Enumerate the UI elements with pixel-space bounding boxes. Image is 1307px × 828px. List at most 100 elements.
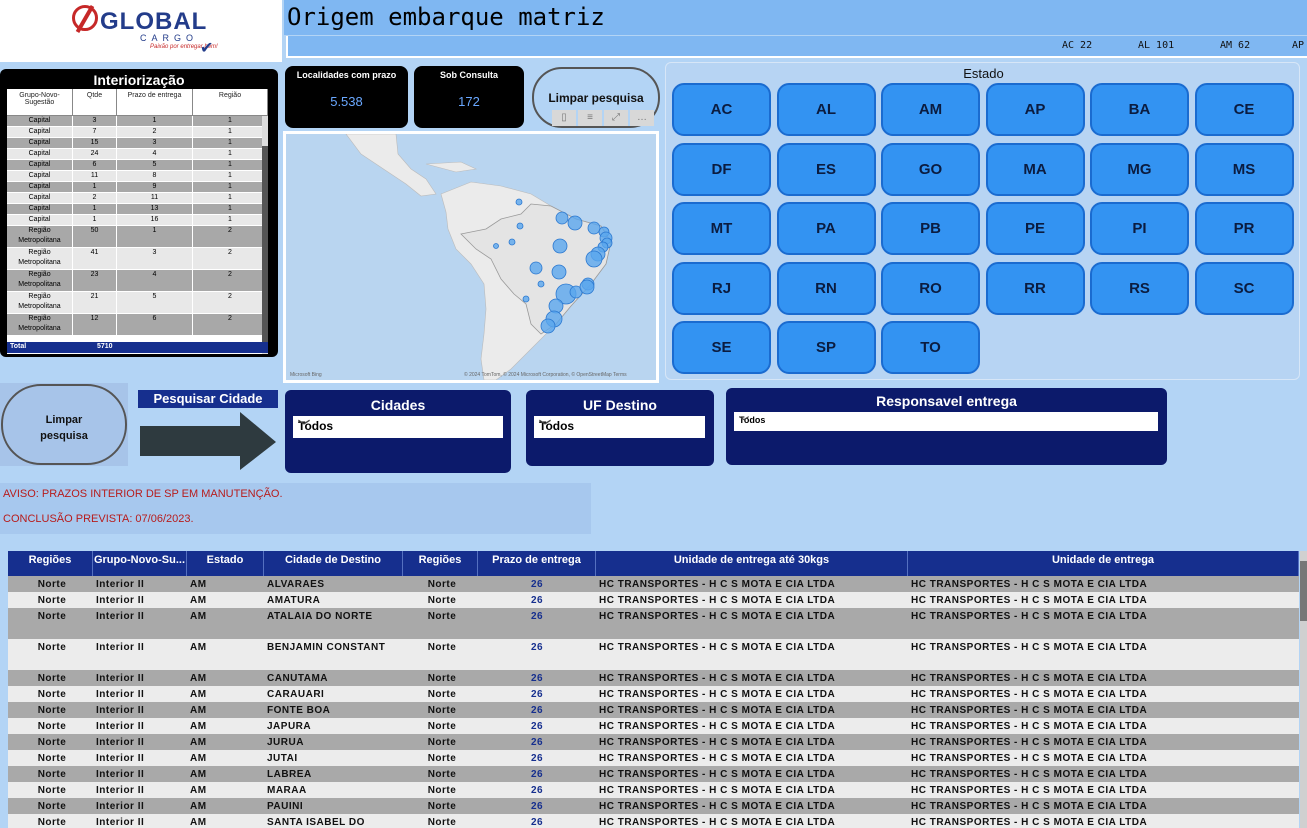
column-header[interactable]: Unidade de entrega: [908, 551, 1299, 576]
column-header[interactable]: Prazo de entrega: [117, 89, 193, 115]
table-row[interactable]: Capital 11 8 1: [7, 171, 268, 182]
uf-button-sc[interactable]: SC: [1194, 261, 1294, 315]
table-cell: 26: [530, 817, 544, 828]
scrollbar[interactable]: [262, 116, 268, 354]
table-cell: HC TRANSPORTES - H C S MOTA E CIA LTDA: [911, 642, 1148, 653]
uf-button-ms[interactable]: MS: [1194, 142, 1294, 196]
table-row[interactable]: Capital 1 13 1: [7, 204, 268, 215]
table-row[interactable]: Norte Interior II AM ALVARAES Norte 26 HC TRAN…: [8, 576, 1299, 592]
uf-button-pb[interactable]: PB: [881, 202, 980, 255]
filter-icon[interactable]: ≡: [578, 110, 602, 126]
column-header[interactable]: Unidade de entrega até 30kgs: [596, 551, 908, 576]
interiorizacao-table[interactable]: Grupo-Novo-Sugestão Qtde Prazo de entreg…: [7, 89, 268, 354]
table-row[interactable]: Norte Interior II AM AMATURA Norte 26 HC TRANS…: [8, 592, 1299, 608]
table-row[interactable]: Capital 24 4 1: [7, 149, 268, 160]
table-row[interactable]: Norte Interior II AM ATALAIA DO NORTE Norte 2…: [8, 608, 1299, 639]
uf-button-ce[interactable]: CE: [1194, 83, 1294, 136]
uf-button-ac[interactable]: AC: [672, 83, 771, 136]
uf-button-pe[interactable]: PE: [985, 202, 1085, 255]
uf-button-mt[interactable]: MT: [672, 202, 771, 255]
table-row[interactable]: Capital 2 11 1: [7, 193, 268, 204]
table-row[interactable]: Norte Interior II AM LABREA Norte 26 HC TRANSP…: [8, 766, 1299, 782]
focus-mode-icon[interactable]: ⤢: [604, 110, 628, 126]
table-row[interactable]: Capital 6 5 1: [7, 160, 268, 171]
uf-button-sp[interactable]: SP: [776, 321, 876, 374]
uf-button-es[interactable]: ES: [776, 142, 876, 196]
table-row[interactable]: Capital 1 16 1: [7, 215, 268, 226]
uf-button-ro[interactable]: RO: [881, 261, 980, 315]
table-cell: AM: [190, 673, 207, 684]
table-row[interactable]: Capital 15 3 1: [7, 138, 268, 149]
table-row[interactable]: Norte Interior II AM FONTE BOA Norte 26 HC TRA…: [8, 702, 1299, 718]
table-cell: Capital: [7, 138, 73, 148]
table-row[interactable]: Norte Interior II AM PAUINI Norte 26 HC TRANSP…: [8, 798, 1299, 814]
table-row[interactable]: Capital 7 2 1: [7, 127, 268, 138]
table-cell: Norte: [427, 689, 457, 700]
table-cell: HC TRANSPORTES - H C S MOTA E CIA LTDA: [911, 817, 1148, 828]
table-row[interactable]: Norte Interior II AM CARAUARI Norte 26 HC TRAN…: [8, 686, 1299, 702]
uf-button-ap[interactable]: AP: [985, 83, 1085, 136]
uf-button-rn[interactable]: RN: [776, 261, 876, 315]
map[interactable]: Microsoft Bing © 2024 TomTom, © 2024 Mic…: [283, 131, 659, 383]
table-row[interactable]: Norte Interior II AM JURUA Norte 26 HC TRANSPO…: [8, 734, 1299, 750]
table-row[interactable]: Região Metropolitana 23 4 2: [7, 270, 268, 292]
table-row[interactable]: Norte Interior II AM CANUTAMA Norte 26 HC TRAN…: [8, 670, 1299, 686]
table-cell: 6: [73, 160, 117, 170]
table-row[interactable]: Região Metropolitana 21 5 2: [7, 292, 268, 314]
uf-button-rs[interactable]: RS: [1090, 261, 1189, 315]
uf-destino-dropdown[interactable]: Todos ﹀: [534, 416, 705, 438]
column-header[interactable]: Grupo-Novo-Su...: [93, 551, 187, 576]
table-row[interactable]: Capital 1 9 1: [7, 182, 268, 193]
column-header[interactable]: Regiões: [8, 551, 93, 576]
table-row[interactable]: Norte Interior II AM BENJAMIN CONSTANT Norte…: [8, 639, 1299, 670]
table-row[interactable]: Norte Interior II AM JAPURA Norte 26 HC TRANSP…: [8, 718, 1299, 734]
column-header[interactable]: Estado: [187, 551, 264, 576]
column-header[interactable]: Região: [193, 89, 268, 115]
more-options-icon[interactable]: …: [630, 110, 654, 126]
table-row[interactable]: Região Metropolitana 41 3 2: [7, 248, 268, 270]
column-header[interactable]: Grupo-Novo-Sugestão: [7, 89, 73, 115]
limpar-pesquisa-bottom-button[interactable]: Limpar pesquisa: [1, 384, 127, 465]
table-cell: 1: [117, 226, 193, 247]
table-row[interactable]: Norte Interior II AM SANTA ISABEL DO Norte 26…: [8, 814, 1299, 828]
responsavel-entrega-dropdown[interactable]: Todos ﹀: [734, 412, 1158, 431]
pin-icon[interactable]: ▯: [552, 110, 576, 126]
uf-button-pi[interactable]: PI: [1090, 202, 1189, 255]
table-cell: 26: [530, 611, 544, 622]
table-row[interactable]: Região Metropolitana 50 1 2: [7, 226, 268, 248]
table-cell: Norte: [427, 705, 457, 716]
table-cell: HC TRANSPORTES - H C S MOTA E CIA LTDA: [911, 769, 1148, 780]
table-row[interactable]: Norte Interior II AM MARAA Norte 26 HC TRANSPO…: [8, 782, 1299, 798]
table-cell: 2: [117, 127, 193, 137]
main-table[interactable]: Regiões Grupo-Novo-Su... Estado Cidade d…: [8, 551, 1299, 828]
column-header[interactable]: Prazo de entrega: [478, 551, 596, 576]
scrollbar[interactable]: [1300, 551, 1307, 828]
uf-button-al[interactable]: AL: [776, 83, 876, 136]
table-cell: 2: [193, 314, 268, 335]
table-cell: Norte: [427, 769, 457, 780]
uf-button-go[interactable]: GO: [881, 142, 980, 196]
uf-button-ba[interactable]: BA: [1090, 83, 1189, 136]
uf-button-pr[interactable]: PR: [1194, 202, 1294, 255]
uf-button-ma[interactable]: MA: [985, 142, 1085, 196]
uf-button-am[interactable]: AM: [881, 83, 980, 136]
uf-button-rr[interactable]: RR: [985, 261, 1085, 315]
table-row[interactable]: Região Metropolitana 12 6 2: [7, 314, 268, 336]
uf-button-df[interactable]: DF: [672, 142, 771, 196]
table-row[interactable]: Norte Interior II AM JUTAI Norte 26 HC TRANSPO…: [8, 750, 1299, 766]
uf-button-to[interactable]: TO: [881, 321, 980, 374]
column-header[interactable]: Cidade de Destino: [264, 551, 403, 576]
uf-button-se[interactable]: SE: [672, 321, 771, 374]
cidades-dropdown[interactable]: Todos ﹀: [293, 416, 503, 438]
table-cell: SANTA ISABEL DO: [267, 817, 365, 828]
map-attribution[interactable]: © 2024 TomTom, © 2024 Microsoft Corporat…: [464, 372, 627, 378]
table-cell: Interior II: [96, 785, 145, 796]
scrollbar-thumb[interactable]: [262, 146, 268, 346]
uf-button-rj[interactable]: RJ: [672, 261, 771, 315]
uf-button-pa[interactable]: PA: [776, 202, 876, 255]
column-header[interactable]: Qtde: [73, 89, 117, 115]
column-header[interactable]: Regiões: [403, 551, 478, 576]
table-row[interactable]: Capital 3 1 1: [7, 116, 268, 127]
uf-button-mg[interactable]: MG: [1090, 142, 1189, 196]
scrollbar-thumb[interactable]: [1300, 561, 1307, 621]
